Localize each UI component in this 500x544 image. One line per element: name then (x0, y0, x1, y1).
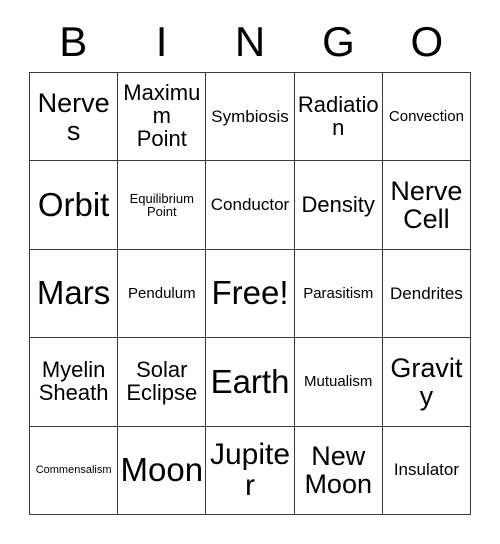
bingo-cell-label: Commensalism (35, 463, 112, 476)
bingo-cell-n5[interactable]: Jupiter (206, 426, 295, 516)
bingo-cell-i3[interactable]: Pendulum (118, 249, 207, 339)
bingo-cell-label: Convection (388, 107, 464, 125)
bingo-cell-i4[interactable]: Solar Eclipse (118, 338, 207, 427)
bingo-row-3: Mars Pendulum Free! Parasitism Dendrites (30, 249, 472, 339)
bingo-card: B I N G O Nerves Maximum Point Symbiosis… (0, 0, 500, 544)
bingo-cell-o5[interactable]: Insulator (382, 426, 472, 516)
bingo-cell-n2[interactable]: Conductor (206, 161, 295, 250)
bingo-cell-i2[interactable]: Equilibrium Point (118, 161, 207, 250)
bingo-row-4: Myelin Sheath Solar Eclipse Earth Mutual… (30, 338, 472, 427)
bingo-cell-label: Symbiosis (211, 106, 289, 126)
bingo-cell-b5[interactable]: Commensalism (30, 426, 119, 516)
bingo-row-1: Nerves Maximum Point Symbiosis Radiation… (30, 73, 472, 162)
bingo-cell-b1[interactable]: Nerves (30, 73, 119, 162)
bingo-cell-b4[interactable]: Myelin Sheath (30, 338, 119, 427)
bingo-cell-label: Solar Eclipse (126, 357, 198, 405)
bingo-cell-label: Insulator (393, 460, 460, 480)
bingo-cell-label: Moon (120, 451, 204, 489)
bingo-cell-i1[interactable]: Maximum Point (118, 73, 207, 162)
bingo-cell-o3[interactable]: Dendrites (382, 249, 472, 339)
bingo-header-letter-i: I (155, 18, 168, 65)
bingo-cell-g1[interactable]: Radiation (294, 73, 383, 162)
bingo-header-row: B I N G O (29, 14, 471, 70)
bingo-cell-label: Earth (210, 362, 290, 400)
bingo-header-letter-o: O (410, 18, 444, 65)
bingo-cell-label: Nerve Cell (390, 176, 463, 235)
bingo-cell-b2[interactable]: Orbit (30, 161, 119, 250)
bingo-free-space-label: Free! (211, 274, 289, 312)
bingo-cell-label: Parasitism (303, 284, 374, 302)
bingo-header-letter-n: N (234, 18, 266, 65)
bingo-cell-label: Mutualism (304, 373, 373, 391)
bingo-cell-i5[interactable]: Moon (118, 426, 207, 516)
bingo-cell-label: Myelin Sheath (38, 357, 109, 405)
bingo-cell-label: Maximum Point (123, 80, 201, 152)
bingo-cell-label: Mars (36, 274, 111, 312)
bingo-cell-label: Dendrites (390, 283, 463, 303)
bingo-cell-label: New Moon (304, 441, 372, 500)
bingo-cell-o2[interactable]: Nerve Cell (382, 161, 472, 250)
bingo-cell-o1[interactable]: Convection (382, 73, 472, 162)
bingo-cell-label: Equilibrium Point (129, 190, 194, 220)
bingo-cell-label: Conductor (210, 195, 290, 215)
bingo-row-5: Commensalism Moon Jupiter New Moon Insul… (30, 426, 472, 516)
bingo-cell-label: Jupiter (209, 438, 291, 503)
bingo-cell-o4[interactable]: Gravity (382, 338, 472, 427)
bingo-cell-label: Radiation (297, 91, 379, 140)
bingo-row-2: Orbit Equilibrium Point Conductor Densit… (30, 161, 472, 250)
bingo-header-letter-b: B (59, 18, 88, 65)
bingo-cell-n1[interactable]: Symbiosis (206, 73, 295, 162)
bingo-cell-g5[interactable]: New Moon (294, 426, 383, 516)
bingo-cell-g2[interactable]: Density (294, 161, 383, 250)
bingo-cell-label: Density (301, 191, 375, 217)
bingo-cell-label: Pendulum (128, 284, 196, 302)
bingo-cell-label: Nerves (37, 87, 110, 146)
bingo-cell-free-space[interactable]: Free! (206, 249, 295, 339)
bingo-header-letter-g: G (322, 18, 355, 65)
bingo-cell-g3[interactable]: Parasitism (294, 249, 383, 339)
bingo-cell-n4[interactable]: Earth (206, 338, 295, 427)
bingo-grid: Nerves Maximum Point Symbiosis Radiation… (29, 72, 472, 516)
bingo-cell-g4[interactable]: Mutualism (294, 338, 383, 427)
bingo-cell-label: Orbit (37, 185, 110, 223)
bingo-cell-b3[interactable]: Mars (30, 249, 119, 339)
bingo-cell-label: Gravity (390, 352, 463, 411)
